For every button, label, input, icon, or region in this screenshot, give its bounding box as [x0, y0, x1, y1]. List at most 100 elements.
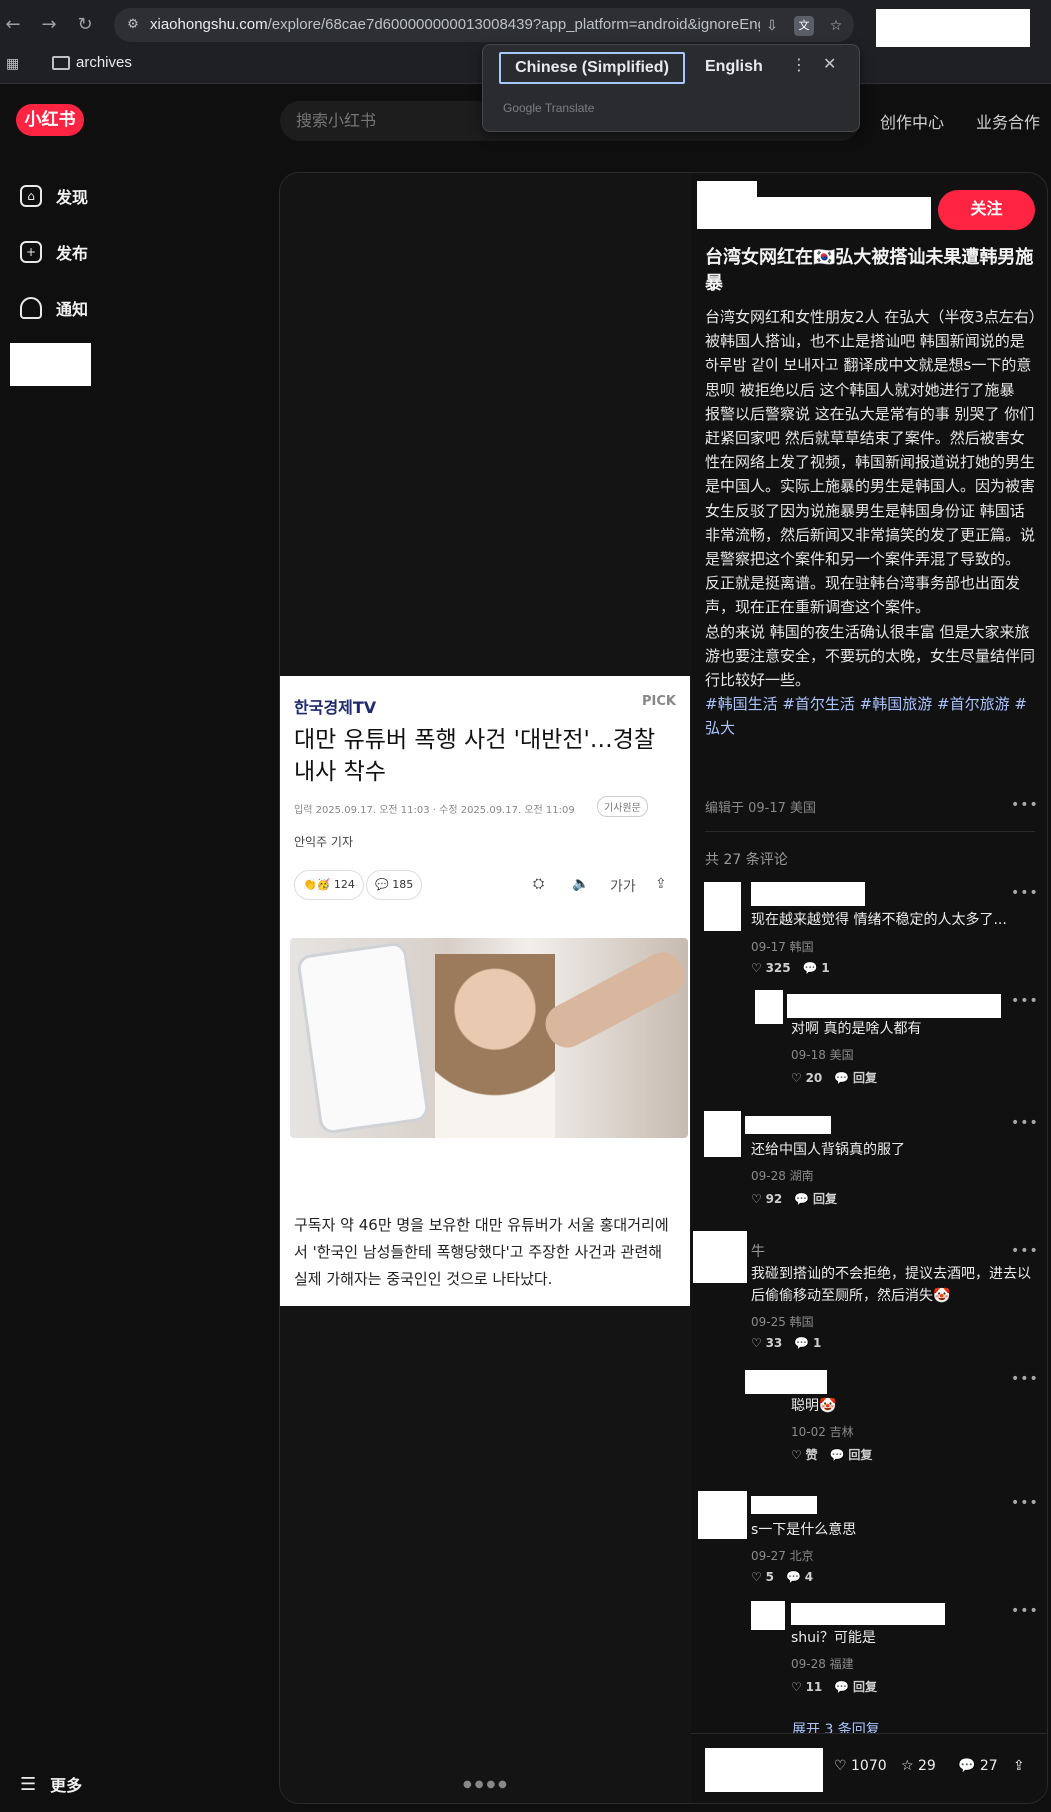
comment-meta: 10-02 吉林 [791, 1425, 854, 1439]
reply-icon[interactable]: 💬 回复 [834, 1071, 877, 1085]
divider [705, 831, 1035, 832]
bookmark-folder-archives[interactable]: archives [76, 54, 132, 71]
like-count: 325 [765, 961, 791, 975]
share-button[interactable]: ⇪ [1013, 1758, 1025, 1774]
star-count: 29 [918, 1758, 936, 1774]
translate-icon[interactable]: 文 [794, 16, 814, 36]
comment-text: 对啊 真的是啥人都有 [791, 1021, 922, 1037]
comment-meta: 09-25 韩国 [751, 1315, 814, 1329]
article-title: 대만 유튜버 폭행 사건 '대반전'…경찰 내사 착수 [294, 727, 656, 785]
reply-icon[interactable]: 💬 回复 [794, 1192, 837, 1206]
like-icon[interactable]: ♡ 92 [751, 1192, 782, 1206]
like-icon[interactable]: ♡ 33 [751, 1336, 782, 1350]
avatar[interactable] [704, 1111, 741, 1157]
bookmark-star-icon[interactable]: ☆ [826, 16, 846, 36]
reply-icon[interactable]: 💬 1 [794, 1336, 821, 1350]
phone-image [296, 941, 430, 1135]
more-icon[interactable]: ••• [1011, 1495, 1039, 1511]
more-vert-icon[interactable]: ⋮ [791, 55, 807, 74]
comment-username[interactable]: 牛 [751, 1241, 765, 1261]
like-icon[interactable]: ♡ 20 [791, 1071, 822, 1085]
more-icon[interactable]: ••• [1011, 993, 1039, 1009]
url-text[interactable]: xiaohongshu.com/explore/68cae7d600000000… [150, 16, 760, 33]
avatar[interactable] [755, 990, 783, 1024]
redacted-profile [876, 9, 1030, 47]
creator-center-link[interactable]: 创作中心 [880, 109, 944, 133]
comment-actions: ♡ 325 💬 1 [751, 961, 842, 975]
reply-count: 1 [821, 961, 830, 975]
article-photo [290, 938, 688, 1138]
more-icon[interactable]: ••• [1011, 1603, 1039, 1619]
avatar[interactable] [751, 1601, 785, 1630]
like-button[interactable]: ♡ 1070 [834, 1758, 887, 1774]
avatar[interactable] [704, 882, 741, 931]
follow-button[interactable]: 关注 [938, 190, 1035, 230]
business-link[interactable]: 业务合作 [976, 109, 1040, 133]
comment-text: s一下是什么意思 [751, 1522, 857, 1538]
carousel-dots[interactable]: ●●●● [463, 1779, 510, 1790]
redacted-user[interactable] [10, 343, 91, 386]
nav-more[interactable]: ☰ 更多 [20, 1772, 82, 1796]
person-image [435, 954, 555, 1138]
post-paragraph: 反正就是挺离谱。现在驻韩台湾事务部也出面发声，现在正在重新调查这个案件。 [705, 574, 1021, 617]
redacted-username[interactable] [751, 1496, 817, 1514]
reply-icon[interactable]: 💬 1 [803, 961, 830, 975]
nav-discover[interactable]: ⌂ 发现 [20, 182, 88, 210]
xiaohongshu-logo[interactable]: 小红书 [16, 104, 84, 136]
redacted-username[interactable] [751, 882, 865, 906]
redacted-username[interactable] [745, 1370, 827, 1394]
address-bar[interactable]: ⚙ xiaohongshu.com/explore/68cae7d6000000… [114, 8, 854, 42]
nav-publish[interactable]: + 发布 [20, 238, 88, 266]
more-icon[interactable]: ••• [1011, 797, 1039, 813]
more-icon[interactable]: ••• [1011, 1371, 1039, 1387]
reply-label: 回复 [853, 1071, 878, 1085]
collect-button[interactable]: ☆ 29 [901, 1758, 936, 1774]
redacted-author-avatar[interactable] [697, 181, 757, 207]
install-icon[interactable]: ⇩ [762, 16, 782, 36]
redacted-username[interactable] [745, 1116, 831, 1134]
reply-count: 1 [813, 1336, 822, 1350]
nav-label: 发现 [56, 188, 89, 207]
url-domain: xiaohongshu.com [150, 16, 268, 33]
comment-button[interactable]: 💬 27 [958, 1758, 998, 1774]
post-tags[interactable]: #韩国生活 #首尔生活 #韩国旅游 #首尔旅游 #弘大 [705, 692, 1037, 740]
article-author: 안익주 기자 [294, 835, 354, 849]
comment-actions: ♡ 33 💬 1 [751, 1336, 833, 1350]
comment-count: 共 27 条评论 [705, 852, 788, 868]
close-icon[interactable]: ✕ [823, 54, 836, 73]
reply-count: 4 [804, 1570, 814, 1584]
home-icon: ⌂ [20, 185, 42, 207]
reply-icon[interactable]: 💬 4 [786, 1570, 813, 1584]
reply-icon[interactable]: 💬 回复 [830, 1448, 873, 1462]
comment-meta: 09-18 美国 [791, 1048, 854, 1062]
forward-icon[interactable]: → [36, 12, 62, 38]
translate-target-lang[interactable]: English [705, 58, 763, 76]
like-icon[interactable]: ♡ 11 [791, 1680, 822, 1694]
more-icon[interactable]: ••• [1011, 1115, 1039, 1131]
nav-notifications[interactable]: 通知 [20, 294, 88, 322]
url-path: /explore/68cae7d600000000013008439?app_p… [267, 16, 760, 33]
post-paragraph: 报警以后警察说 这在弘大是常有的事 别哭了 你们赶紧回家吧 然后就草草结束了案件… [705, 404, 1036, 569]
redacted-comment-input[interactable] [705, 1748, 823, 1792]
menu-icon: ☰ [20, 1773, 37, 1795]
more-icon[interactable]: ••• [1011, 885, 1039, 901]
reply-label: 回复 [848, 1448, 873, 1462]
apps-grid-icon[interactable]: ▦ [6, 56, 22, 72]
translate-source-lang[interactable]: Chinese (Simplified) [499, 52, 685, 84]
more-icon[interactable]: ••• [1011, 1243, 1039, 1259]
redacted-username[interactable] [791, 1603, 945, 1625]
reply-icon[interactable]: 💬 回复 [834, 1680, 877, 1694]
back-icon[interactable]: ← [0, 12, 26, 38]
site-info-icon[interactable]: ⚙ [124, 16, 142, 34]
reload-icon[interactable]: ↻ [72, 12, 98, 38]
redacted-username[interactable] [787, 994, 1001, 1018]
article-screenshot: 한국경제TV PICK 대만 유튜버 폭행 사건 '대반전'…경찰 내사 착수 … [280, 676, 690, 1306]
like-icon[interactable]: ♡ 5 [751, 1570, 774, 1584]
avatar[interactable] [693, 1231, 747, 1283]
like-icon[interactable]: ♡ 赞 [791, 1448, 818, 1462]
like-icon[interactable]: ♡ 325 [751, 961, 791, 975]
note-media[interactable]: 한국경제TV PICK 대만 유튜버 폭행 사건 '대반전'…경찰 내사 착수 … [280, 173, 690, 1803]
heart-icon: ♡ [834, 1758, 847, 1774]
avatar[interactable] [698, 1491, 747, 1539]
comment-text: 现在越来越觉得 情绪不稳定的人太多了... [751, 912, 1007, 928]
